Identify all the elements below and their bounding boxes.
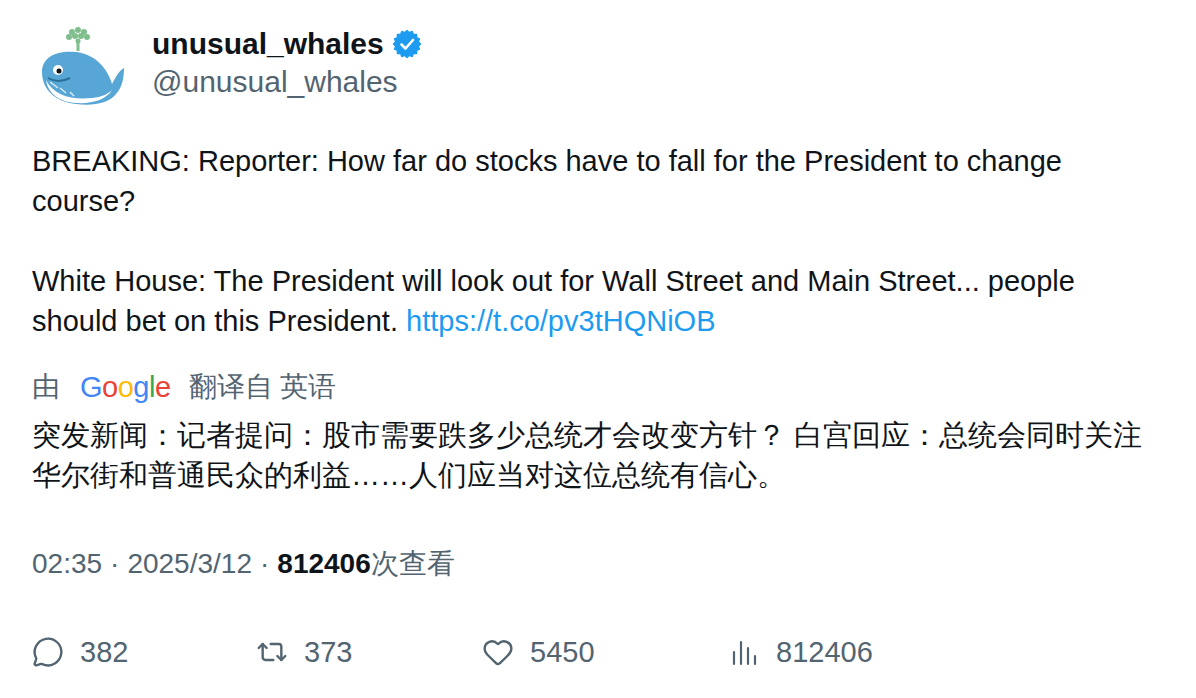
tweet-paragraph: White House: The President will look out… [32, 261, 1160, 341]
views-chart-icon[interactable] [728, 636, 760, 668]
translation-label[interactable]: 由 Google 翻译自 英语 [32, 367, 1160, 407]
tweet-header: unusual_whales@unusual_whales [32, 26, 1160, 110]
views-count: 812406 [776, 632, 873, 672]
reply-icon[interactable] [32, 636, 64, 668]
tweet-paragraph: BREAKING: Reporter: How far do stocks ha… [32, 141, 1160, 221]
tweet-date[interactable]: 2025/3/12 [127, 544, 252, 584]
avatar-whale-icon[interactable] [36, 26, 126, 110]
reply-button[interactable]: 382 [32, 632, 256, 672]
views-button[interactable]: 812406 [728, 632, 1160, 672]
google-logo: Google [80, 367, 171, 407]
meta-separator: · [260, 544, 269, 584]
tweet-link[interactable]: https://t.co/pv3tHQNiOB [406, 305, 715, 337]
author-name[interactable]: unusual_whales [152, 26, 384, 62]
verified-badge-icon [392, 29, 422, 59]
repost-count: 373 [304, 632, 352, 672]
translated-text: 突发新闻：记者提问：股市需要跌多少总统才会改变方针？ 白宫回应：总统会同时关注华… [32, 415, 1160, 495]
tweet-time[interactable]: 02:35 [32, 544, 102, 584]
author-handle[interactable]: @unusual_whales [152, 62, 422, 102]
views-summary: 812406次查看 [277, 544, 454, 584]
name-row: unusual_whales [152, 26, 422, 62]
tweet-meta: 02:35·2025/3/12·812406次查看 [32, 544, 1160, 584]
translation-prefix: 由 [32, 367, 60, 407]
reply-count: 382 [80, 632, 128, 672]
repost-icon[interactable] [256, 636, 288, 668]
author-block: unusual_whales@unusual_whales [152, 26, 422, 102]
views-count: 812406 [277, 544, 370, 584]
views-label: 次查看 [371, 544, 455, 584]
action-bar: 382 373 5450 812406 [32, 632, 1160, 672]
tweet-card: unusual_whales@unusual_whales BREAKING: R… [0, 0, 1196, 698]
like-count: 5450 [530, 632, 595, 672]
like-icon[interactable] [482, 636, 514, 668]
like-button[interactable]: 5450 [482, 632, 728, 672]
tweet-body: BREAKING: Reporter: How far do stocks ha… [32, 141, 1160, 341]
translation-suffix: 翻译自 英语 [189, 367, 337, 407]
repost-button[interactable]: 373 [256, 632, 482, 672]
meta-separator: · [110, 544, 119, 584]
